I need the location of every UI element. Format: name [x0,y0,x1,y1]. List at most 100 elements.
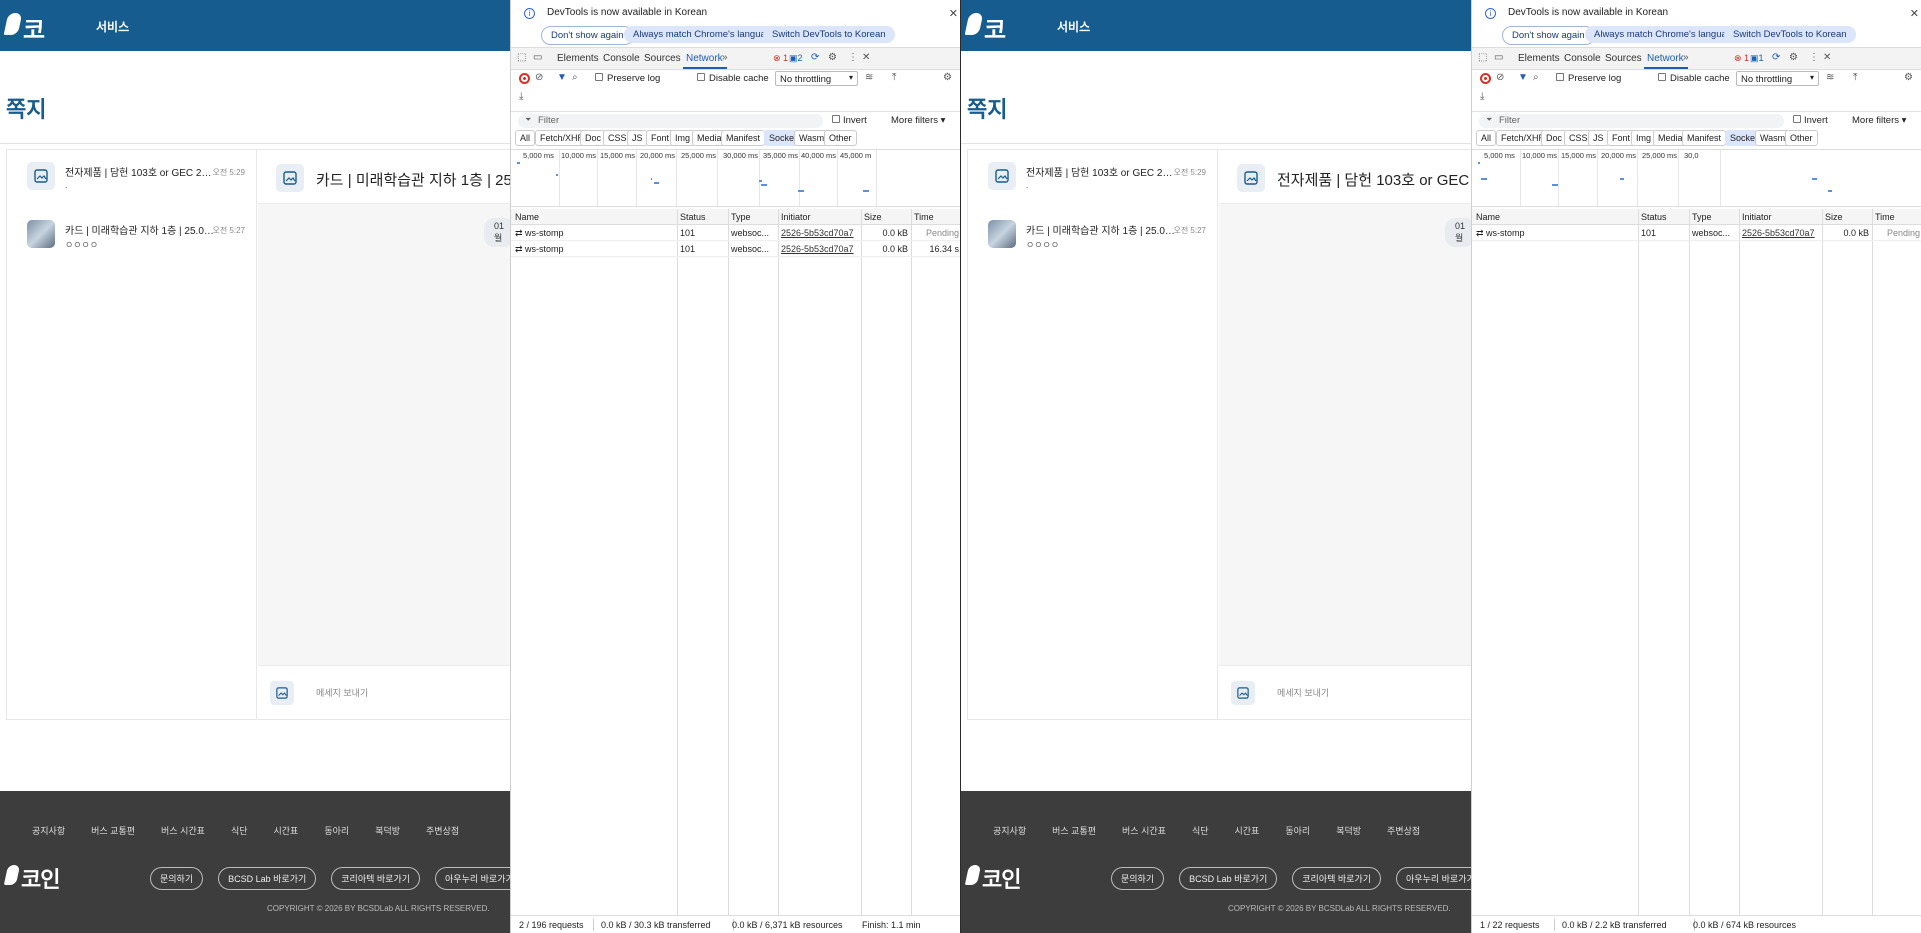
close-icon[interactable]: ✕ [949,7,958,20]
disable-cache-checkbox[interactable] [697,73,705,81]
close-devtools-icon[interactable]: ✕ [1823,52,1831,63]
search-icon[interactable]: ⌕ [572,72,578,83]
footer-link[interactable]: 복덕방 [375,826,400,836]
type-filter-js[interactable]: JS [627,130,648,146]
import-har-icon[interactable]: ⤒ [892,72,896,83]
footer-link[interactable]: 주변상점 [426,826,459,836]
column-header-size[interactable]: Size [864,212,882,222]
koreatech-link-button[interactable]: 코리아텍 바로가기 [331,867,421,890]
network-settings-icon[interactable]: ⚙ [943,72,952,83]
more-tabs-icon[interactable]: » [722,52,728,63]
footer-link[interactable]: 복덕방 [1336,826,1361,836]
network-conditions-icon[interactable]: ≋ [1826,72,1834,83]
column-header-name[interactable]: Name [515,212,539,222]
column-header-size[interactable]: Size [1825,212,1843,222]
tab-elements[interactable]: Elements [1518,53,1560,64]
tab-network[interactable]: Network [1647,53,1684,64]
type-filter-all[interactable]: All [1476,130,1497,146]
disable-cache-checkbox[interactable] [1658,73,1666,81]
aunuri-link-button[interactable]: 아우누리 바로가기 [435,867,510,890]
footer-link[interactable]: 동아리 [324,826,349,836]
footer-link[interactable]: 식단 [1192,826,1209,836]
settings-gear-icon[interactable]: ⚙ [828,52,837,63]
preserve-log-checkbox[interactable] [595,73,603,81]
export-har-icon[interactable]: ⤓ [1480,91,1484,102]
invert-checkbox[interactable] [1793,115,1801,123]
type-filter-manifest[interactable]: Manifest [1682,130,1727,146]
column-header-name[interactable]: Name [1476,212,1500,222]
request-initiator[interactable]: 2526-5b53cd70a7 [1742,228,1820,238]
network-timeline-overview[interactable]: 5,000 ms 10,000 ms 15,000 ms 20,000 ms 25,00… [1472,149,1921,207]
type-filter-other[interactable]: Other [824,130,857,146]
column-header-type[interactable]: Type [731,212,751,222]
message-input[interactable]: 메세지 보내기 [316,686,368,699]
inspect-element-icon[interactable]: ⬚ [517,52,526,63]
footer-link[interactable]: 시간표 [1235,826,1260,836]
network-settings-icon[interactable]: ⚙ [1904,72,1913,83]
chat-room-item[interactable]: 카드 | 미래학습관 지하 1층 | 25.03.17 ㅇㅇㅇㅇ 오전 5:27 [968,208,1218,266]
column-header-status[interactable]: Status [680,212,706,222]
aunuri-link-button[interactable]: 아우누리 바로가기 [1396,867,1471,890]
footer-link[interactable]: 버스 교통편 [91,826,135,836]
column-header-type[interactable]: Type [1692,212,1712,222]
import-har-icon[interactable]: ⤒ [1853,72,1857,83]
message-count-badge[interactable]: ▣1 [1750,53,1764,64]
column-header-status[interactable]: Status [1641,212,1667,222]
bcsd-lab-link-button[interactable]: BCSD Lab 바로가기 [218,867,317,890]
tab-console[interactable]: Console [1564,53,1601,64]
koin-logo[interactable]: 코인 [964,9,1021,79]
request-initiator[interactable]: 2526-5b53cd70a7 [781,244,859,254]
contact-button[interactable]: 문의하기 [150,867,204,890]
inspect-element-icon[interactable]: ⬚ [1478,52,1487,63]
tab-elements[interactable]: Elements [557,53,599,64]
settings-gear-icon[interactable]: ⚙ [1789,52,1798,63]
koreatech-link-button[interactable]: 코리아텍 바로가기 [1292,867,1382,890]
footer-link[interactable]: 동아리 [1285,826,1310,836]
tab-network[interactable]: Network [686,53,723,64]
footer-link[interactable]: 주변상점 [1387,826,1420,836]
contact-button[interactable]: 문의하기 [1111,867,1165,890]
column-header-initiator[interactable]: Initiator [1742,212,1772,222]
sync-icon[interactable]: ⟳ [811,52,819,63]
device-toolbar-icon[interactable]: ▭ [1494,52,1503,63]
device-toolbar-icon[interactable]: ▭ [533,52,542,63]
attach-image-button[interactable] [1231,681,1255,705]
tab-console[interactable]: Console [603,53,640,64]
nav-service-menu[interactable]: 서비스 [96,18,129,35]
footer-link[interactable]: 공지사항 [32,826,65,836]
clear-icon[interactable]: ⊘ [1496,72,1504,83]
column-header-time[interactable]: Time [914,212,934,222]
throttling-select[interactable]: No throttling [775,71,858,86]
match-chrome-language-button[interactable]: Always match Chrome's language [624,26,786,43]
preserve-log-checkbox[interactable] [1556,73,1564,81]
more-filters-dropdown[interactable]: More filters ▾ [891,115,945,126]
more-tabs-icon[interactable]: » [1683,52,1689,63]
dont-show-again-button[interactable]: Don't show again [541,26,634,45]
message-input[interactable]: 메세지 보내기 [1277,686,1329,699]
footer-link[interactable]: 식단 [231,826,248,836]
clear-icon[interactable]: ⊘ [535,72,543,83]
dont-show-again-button[interactable]: Don't show again [1502,26,1595,45]
type-filter-all[interactable]: All [515,130,536,146]
filter-input[interactable]: Filter [518,114,823,128]
invert-checkbox[interactable] [832,115,840,123]
chat-room-item[interactable]: 카드 | 미래학습관 지하 1층 | 25.03.17 ㅇㅇㅇㅇ 오전 5:27 [7,208,257,266]
search-icon[interactable]: ⌕ [1533,72,1539,83]
filter-icon[interactable]: ▼ [1518,72,1528,83]
column-header-initiator[interactable]: Initiator [781,212,811,222]
column-header-time[interactable]: Time [1875,212,1895,222]
footer-link[interactable]: 공지사항 [993,826,1026,836]
kebab-menu-icon[interactable]: ⋮ [1809,52,1819,63]
bcsd-lab-link-button[interactable]: BCSD Lab 바로가기 [1179,867,1278,890]
nav-service-menu[interactable]: 서비스 [1057,18,1090,35]
record-icon[interactable] [519,73,530,84]
sync-icon[interactable]: ⟳ [1772,52,1780,63]
footer-link[interactable]: 버스 시간표 [1122,826,1166,836]
throttling-select[interactable]: No throttling [1736,71,1819,86]
table-row[interactable]: ⇄ ws-stomp 101 websoc... 2526-5b53cd70a7 0.0… [511,241,960,257]
close-icon[interactable]: ✕ [1910,7,1919,20]
footer-link[interactable]: 시간표 [274,826,299,836]
chat-room-item[interactable]: 전자제품 | 담헌 103호 or GEC 20... . 오전 5:29 [7,150,257,208]
export-har-icon[interactable]: ⤓ [519,91,523,102]
filter-icon[interactable]: ▼ [557,72,567,83]
